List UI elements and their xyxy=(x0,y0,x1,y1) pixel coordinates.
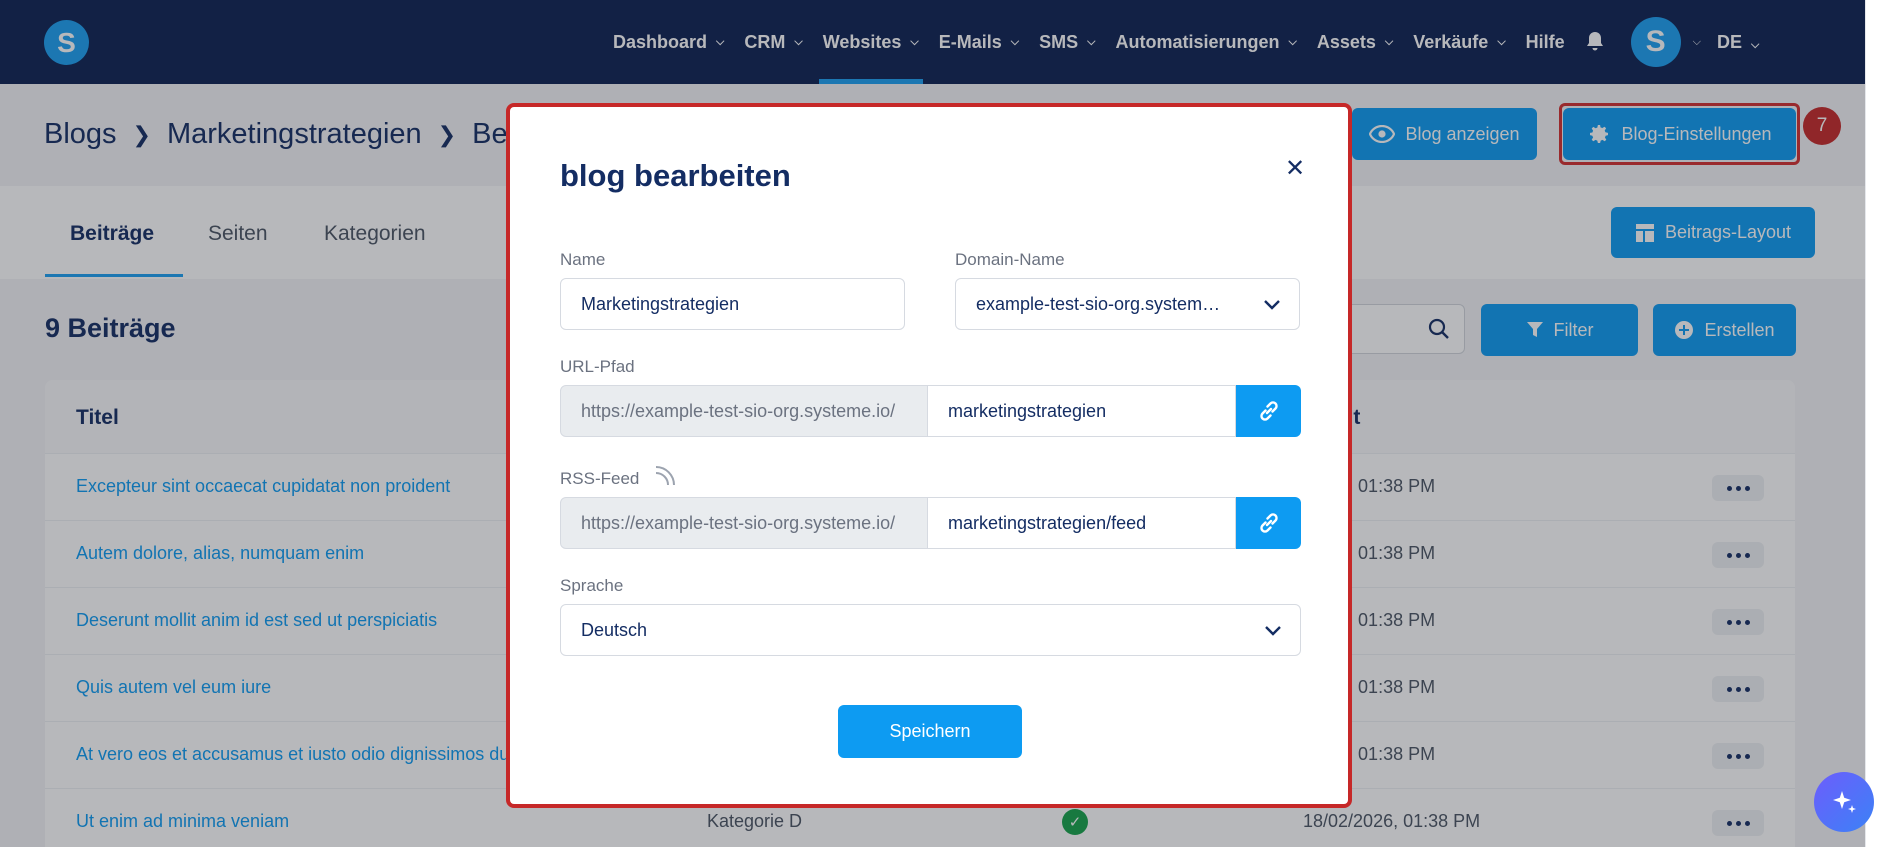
rss-feed-input[interactable]: marketingstrategien/feed xyxy=(928,497,1236,549)
chevron-down-icon xyxy=(1265,626,1281,636)
name-value: Marketingstrategien xyxy=(581,293,740,314)
name-label: Name xyxy=(560,250,606,269)
url-path-value: marketingstrategien xyxy=(948,400,1107,421)
language-label: Sprache xyxy=(560,576,624,595)
edit-blog-modal: blog bearbeiten ✕ Name Marketingstrategi… xyxy=(506,103,1352,808)
name-field[interactable]: Marketingstrategien xyxy=(560,278,905,330)
language-select[interactable]: Deutsch xyxy=(560,604,1301,656)
modal-title: blog bearbeiten xyxy=(560,158,791,193)
save-button[interactable]: Speichern xyxy=(838,705,1022,758)
close-icon[interactable]: ✕ xyxy=(1280,153,1310,183)
url-prefix-text: https://example-test-sio-org.systeme.io/ xyxy=(581,400,896,421)
chevron-down-icon xyxy=(1264,300,1280,310)
url-path-input[interactable]: marketingstrategien xyxy=(928,385,1236,437)
link-icon xyxy=(1259,401,1278,421)
domain-label: Domain-Name xyxy=(955,250,1065,269)
page-scrollbar[interactable] xyxy=(1865,0,1881,847)
sparkle-icon xyxy=(1833,791,1856,813)
domain-select[interactable]: example-test-sio-org.system… xyxy=(955,278,1300,330)
rss-prefix-text: https://example-test-sio-org.systeme.io/ xyxy=(581,512,896,533)
ai-assistant-button[interactable] xyxy=(1814,772,1874,832)
rss-feed-value: marketingstrategien/feed xyxy=(948,512,1147,533)
url-prefix: https://example-test-sio-org.systeme.io/ xyxy=(560,385,928,437)
copy-url-button[interactable] xyxy=(1236,385,1301,437)
language-value: Deutsch xyxy=(581,619,648,640)
rss-label: RSS-Feed xyxy=(560,469,640,488)
url-path-label: URL-Pfad xyxy=(560,357,635,376)
link-icon xyxy=(1259,513,1278,533)
domain-value: example-test-sio-org.system… xyxy=(976,293,1221,314)
rss-icon xyxy=(655,466,675,486)
copy-rss-button[interactable] xyxy=(1236,497,1301,549)
rss-prefix: https://example-test-sio-org.systeme.io/ xyxy=(560,497,928,549)
